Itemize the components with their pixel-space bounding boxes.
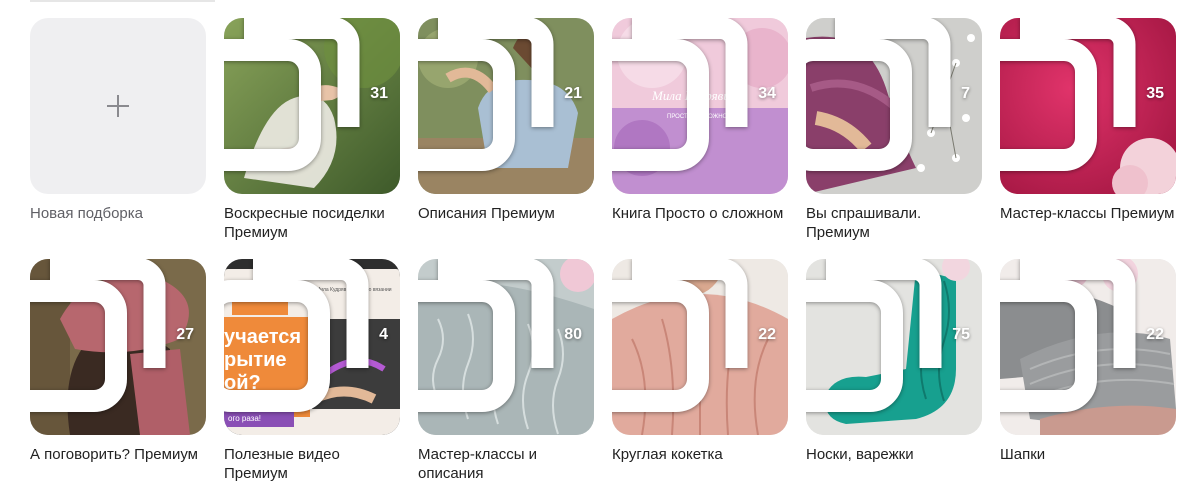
- collection-thumbnail[interactable]: 22: [1000, 259, 1176, 435]
- item-count: 7: [806, 18, 970, 182]
- item-count: 21: [418, 18, 582, 182]
- photo-stack-icon: [612, 259, 748, 412]
- collection-thumbnail[interactable]: 27: [30, 259, 206, 435]
- collection-card-shapki[interactable]: 22 Шапки: [1000, 259, 1176, 489]
- collection-card-kniga[interactable]: Мила Кудрявцева ПРОСТО О СЛОЖНОМ 34 Книг…: [612, 18, 788, 259]
- item-count: 34: [612, 18, 776, 182]
- new-collection-label: Новая подборка: [30, 205, 144, 222]
- collection-card-master-klassy[interactable]: 35 Мастер-классы Премиум: [1000, 18, 1176, 259]
- item-count-value: 7: [961, 85, 970, 102]
- photo-stack-icon: [30, 259, 166, 412]
- collection-label: Носки, варежки: [806, 446, 914, 463]
- item-count-value: 4: [379, 326, 388, 343]
- collections-grid: Новая подборка 31 Воскресные посиделки П…: [30, 18, 1176, 489]
- photo-stack-icon: [224, 259, 369, 412]
- item-count-value: 34: [758, 85, 776, 102]
- photo-stack-icon: [806, 259, 942, 412]
- item-count-value: 22: [758, 326, 776, 343]
- photo-stack-icon: [418, 259, 554, 412]
- collection-label: Мастер-классы и описания: [418, 446, 538, 482]
- collection-thumbnail[interactable]: Мила Кудрявцева ПРОСТО О СЛОЖНОМ 34: [612, 18, 788, 194]
- collection-card-pogovorit[interactable]: 27 А поговорить? Премиум: [30, 259, 206, 489]
- collection-card-master-klassy-opisaniya[interactable]: 80 Мастер-классы и описания: [418, 259, 594, 489]
- collection-label: Книга Просто о сложном: [612, 205, 784, 222]
- collection-label: Мастер-классы Премиум: [1000, 205, 1175, 222]
- collection-card-voskresnye[interactable]: 31 Воскресные посиделки Премиум: [224, 18, 400, 259]
- collection-card-kruglaya-koketka[interactable]: 22 Круглая кокетка: [612, 259, 788, 489]
- collection-label: Круглая кокетка: [612, 446, 723, 463]
- new-collection-thumb[interactable]: [30, 18, 206, 194]
- item-count: 31: [224, 18, 388, 182]
- collection-card-poleznye-video[interactable]: ПРОСТО О СЛОЖНОМ Мила Кудрявцева Все о в…: [224, 259, 400, 489]
- new-collection-card[interactable]: Новая подборка: [30, 18, 206, 259]
- collection-thumbnail[interactable]: 22: [612, 259, 788, 435]
- item-count: 4: [224, 259, 388, 423]
- collection-thumbnail[interactable]: 21: [418, 18, 594, 194]
- item-count: 22: [612, 259, 776, 423]
- plus-icon: [107, 95, 129, 117]
- item-count: 75: [806, 259, 970, 423]
- photo-stack-icon: [418, 18, 554, 171]
- collection-label: Полезные видео Премиум: [224, 446, 340, 482]
- photo-stack-icon: [1000, 259, 1136, 412]
- photo-stack-icon: [224, 18, 360, 171]
- item-count: 35: [1000, 18, 1164, 182]
- collection-thumbnail[interactable]: 7: [806, 18, 982, 194]
- collection-label: А поговорить? Премиум: [30, 446, 198, 463]
- collection-label: Вы спрашивали. Премиум: [806, 205, 922, 241]
- item-count-value: 35: [1146, 85, 1164, 102]
- item-count-value: 27: [176, 326, 194, 343]
- collection-card-opisaniya[interactable]: 21 Описания Премиум: [418, 18, 594, 259]
- item-count: 80: [418, 259, 582, 423]
- item-count-value: 31: [370, 85, 388, 102]
- collection-thumbnail[interactable]: 80: [418, 259, 594, 435]
- collection-thumbnail[interactable]: ПРОСТО О СЛОЖНОМ Мила Кудрявцева Все о в…: [224, 259, 400, 435]
- collection-thumbnail[interactable]: 75: [806, 259, 982, 435]
- collection-thumbnail[interactable]: 31: [224, 18, 400, 194]
- collection-label: Шапки: [1000, 446, 1046, 463]
- item-count: 27: [30, 259, 194, 423]
- item-count-value: 80: [564, 326, 582, 343]
- collection-label: Воскресные посиделки Премиум: [224, 205, 385, 241]
- photo-stack-icon: [806, 18, 951, 171]
- collection-card-noski[interactable]: 75 Носки, варежки: [806, 259, 982, 489]
- item-count-value: 22: [1146, 326, 1164, 343]
- photo-stack-icon: [612, 18, 748, 171]
- photo-stack-icon: [1000, 18, 1136, 171]
- item-count-value: 75: [952, 326, 970, 343]
- top-divider: [30, 0, 215, 2]
- item-count: 22: [1000, 259, 1164, 423]
- collection-thumbnail[interactable]: 35: [1000, 18, 1176, 194]
- collection-card-vy-sprashivali[interactable]: 7 Вы спрашивали. Премиум: [806, 18, 982, 259]
- collection-label: Описания Премиум: [418, 205, 555, 222]
- item-count-value: 21: [564, 85, 582, 102]
